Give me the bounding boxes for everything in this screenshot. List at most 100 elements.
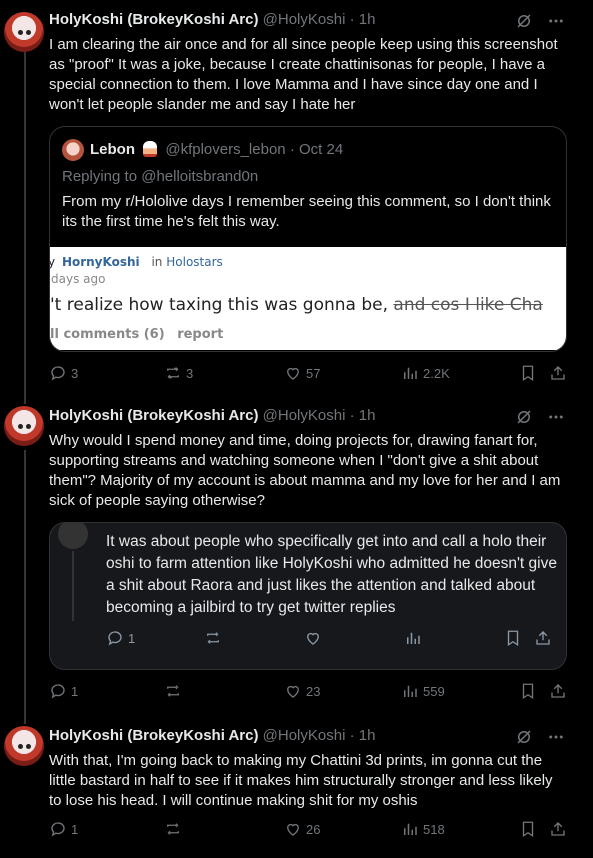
thread-line [24, 392, 26, 404]
heart-icon [287, 685, 299, 698]
handle[interactable]: @HolyKoshi [263, 407, 346, 424]
quoted-tweet[interactable]: Lebon @kfplovers_lebon · Oct 24 Replying… [49, 126, 567, 352]
share-icon [551, 684, 565, 698]
header-icons [515, 728, 565, 746]
replying-to: Replying to @helloitsbrand0n [62, 168, 259, 185]
like-button[interactable]: 23 [284, 682, 320, 700]
heart-icon [287, 367, 299, 380]
timestamp[interactable]: 1h [359, 727, 376, 744]
share-icon [551, 366, 565, 380]
display-name[interactable]: HolyKoshi (BrokeyKoshi Arc) [49, 11, 258, 28]
views-button[interactable]: 518 [401, 820, 445, 838]
reply-icon [51, 822, 65, 837]
quote-handle: @kfplovers_lebon [165, 141, 286, 158]
display-name[interactable]: HolyKoshi (BrokeyKoshi Arc) [49, 407, 258, 424]
repost-icon [207, 632, 219, 644]
action-bar: 1 26 518 [49, 820, 571, 842]
embed-views [404, 629, 422, 647]
header-icons [515, 12, 565, 30]
embed-bookmark [504, 629, 522, 647]
grok-icon[interactable] [515, 728, 533, 746]
timestamp[interactable]: 1h [359, 11, 376, 28]
share-icon [536, 631, 550, 645]
thread-line [24, 712, 26, 724]
tweet-header: HolyKoshi (BrokeyKoshi Arc) @HolyKoshi ·… [49, 11, 376, 28]
like-button[interactable]: 26 [284, 820, 320, 838]
reddit-footer: ll comments (6) report [50, 327, 224, 342]
quote-name: Lebon [90, 141, 135, 158]
share-icon [551, 822, 565, 836]
tweet-2[interactable]: HolyKoshi (BrokeyKoshi Arc) @HolyKoshi ·… [0, 392, 593, 712]
bookmark-icon [522, 365, 534, 382]
repost-button[interactable]: 3 [164, 364, 193, 382]
thread-line [24, 50, 26, 392]
bookmark-icon [522, 683, 534, 700]
reply-button[interactable]: 1 [49, 820, 78, 838]
embed-reply: 1 [106, 629, 135, 647]
tweet-text: With that, I'm going back to making my C… [49, 752, 553, 809]
reddit-comment: 't realize how taxing this was gonna be,… [50, 295, 543, 315]
tweet-header: HolyKoshi (BrokeyKoshi Arc) @HolyKoshi ·… [49, 727, 376, 744]
display-name[interactable]: HolyKoshi (BrokeyKoshi Arc) [49, 727, 258, 744]
bookmark-button[interactable] [519, 364, 537, 382]
bookmark-button[interactable] [519, 682, 537, 700]
quote-date: Oct 24 [298, 141, 344, 158]
reddit-age: days ago [51, 272, 106, 286]
more-icon[interactable] [547, 728, 565, 746]
embed-repost [204, 629, 222, 647]
timestamp[interactable]: 1h [359, 407, 376, 424]
avatar[interactable] [4, 726, 44, 766]
tweet-header: HolyKoshi (BrokeyKoshi Arc) @HolyKoshi ·… [49, 407, 376, 424]
handle[interactable]: @HolyKoshi [263, 727, 346, 744]
repost-button[interactable] [164, 682, 186, 700]
share-button[interactable] [549, 682, 567, 700]
embed-share [534, 629, 552, 647]
action-bar: 1 23 559 [49, 682, 571, 704]
embedded-screenshot: It was about people who specifically get… [49, 522, 567, 670]
reply-button[interactable]: 1 [49, 682, 78, 700]
handle[interactable]: @HolyKoshi [263, 11, 346, 28]
reddit-screenshot: y HornyKoshi in Holostars days ago 't re… [50, 247, 566, 350]
views-icon [404, 367, 417, 379]
quote-avatar [62, 139, 84, 161]
grok-icon[interactable] [515, 408, 533, 426]
reply-icon [51, 366, 65, 381]
repost-icon [167, 367, 179, 379]
avatar[interactable] [4, 12, 44, 52]
embed-like [304, 629, 322, 647]
reddit-sub: Holostars [166, 255, 223, 269]
tweet-3[interactable]: HolyKoshi (BrokeyKoshi Arc) @HolyKoshi ·… [0, 712, 593, 858]
embed-avatar [58, 523, 88, 549]
views-icon [407, 632, 420, 644]
reddit-user: HornyKoshi [61, 255, 140, 269]
embed-text: It was about people who specifically get… [106, 533, 557, 616]
heart-icon [287, 823, 299, 836]
embed-thread-line [72, 551, 74, 621]
views-icon [404, 685, 417, 697]
more-icon[interactable] [547, 408, 565, 426]
reply-icon [108, 631, 122, 646]
tweet-1[interactable]: HolyKoshi (BrokeyKoshi Arc) @HolyKoshi ·… [0, 0, 593, 392]
quote-header: Lebon @kfplovers_lebon · Oct 24 [90, 141, 344, 158]
bookmark-icon [522, 821, 534, 838]
views-icon [404, 823, 417, 835]
heart-icon [307, 632, 319, 645]
chef-emoji-icon [143, 141, 158, 157]
repost-icon [167, 685, 179, 697]
more-icon[interactable] [547, 12, 565, 30]
views-button[interactable]: 559 [401, 682, 445, 700]
grok-icon[interactable] [515, 12, 533, 30]
bookmark-icon [507, 630, 519, 647]
avatar[interactable] [4, 406, 44, 446]
embed-actions: 1 [106, 629, 558, 651]
reddit-meta: y HornyKoshi in Holostars [50, 255, 223, 269]
action-bar: 3 3 57 2.2K [49, 364, 571, 386]
like-button[interactable]: 57 [284, 364, 320, 382]
repost-button[interactable] [164, 820, 186, 838]
repost-icon [167, 823, 179, 835]
reply-button[interactable]: 3 [49, 364, 78, 382]
share-button[interactable] [549, 364, 567, 382]
views-button[interactable]: 2.2K [401, 364, 450, 382]
bookmark-button[interactable] [519, 820, 537, 838]
share-button[interactable] [549, 820, 567, 838]
